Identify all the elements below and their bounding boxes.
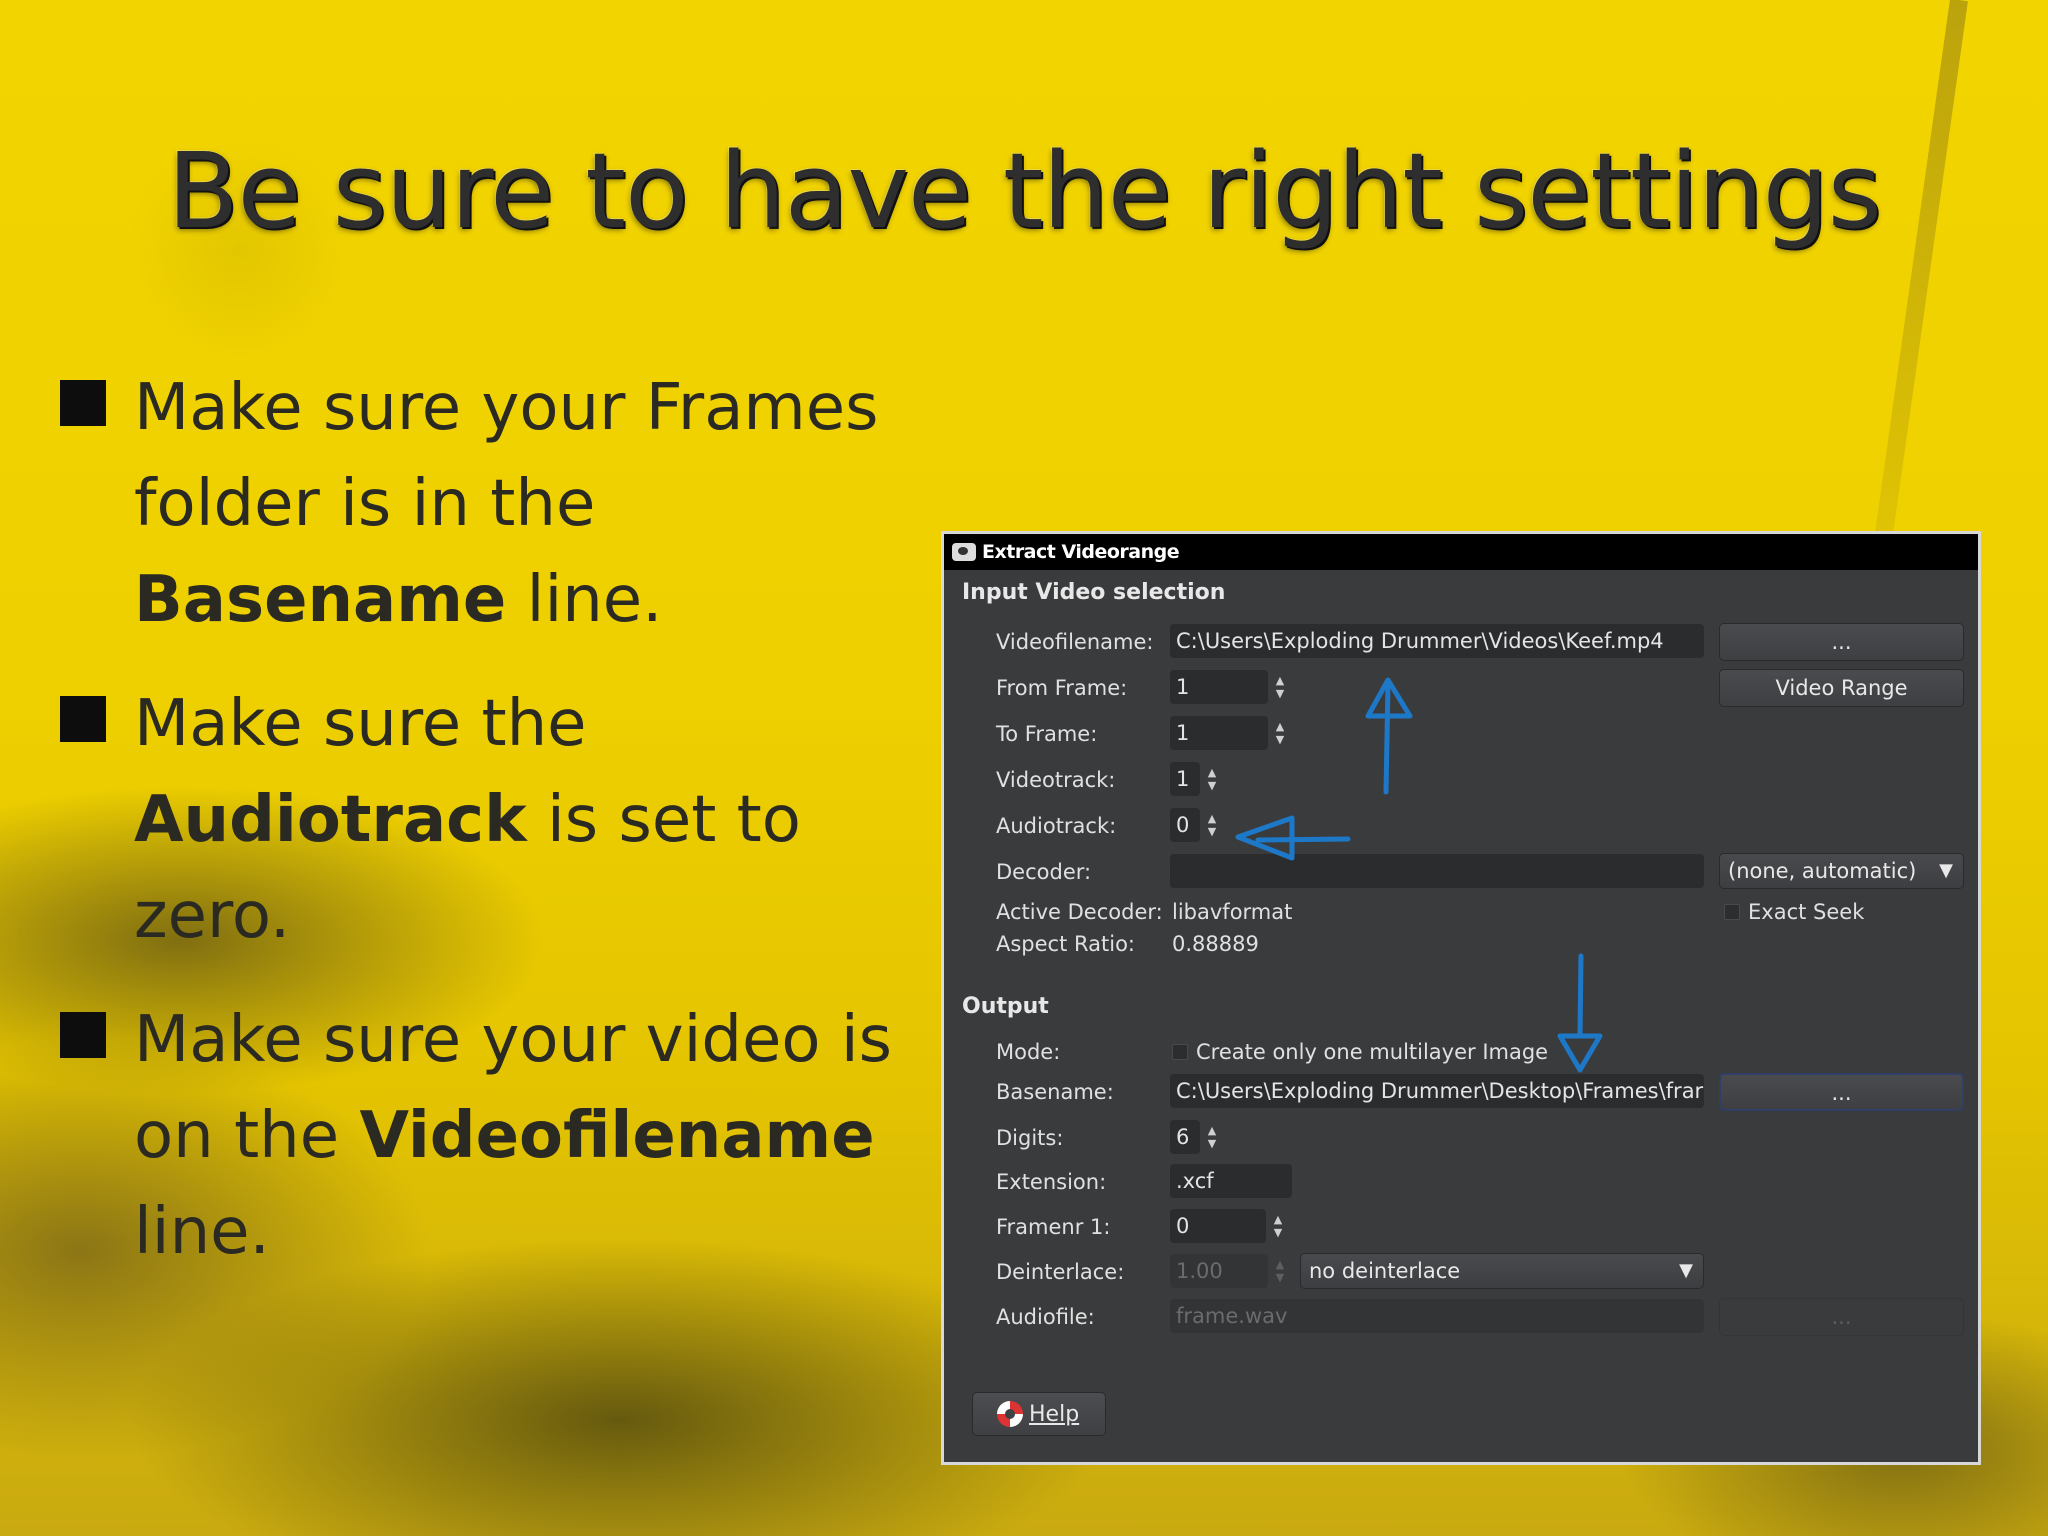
videotrack-field[interactable]: 1 [1170, 762, 1200, 796]
left-arrow-head-icon [1235, 815, 1295, 861]
framenr1-field[interactable]: 0 [1170, 1209, 1266, 1243]
bullet-text: Make sure the [134, 687, 587, 761]
digits-label: Digits: [996, 1126, 1064, 1150]
aspect-ratio-value: 0.88889 [1172, 932, 1259, 956]
spin-down-icon[interactable]: ▼ [1208, 1137, 1216, 1150]
dialog-title: Extract Videorange [982, 541, 1180, 563]
basename-browse-button[interactable]: ... [1719, 1073, 1964, 1111]
slide-title: Be sure to have the right settings [167, 130, 1882, 252]
down-arrow-head-icon [1557, 1033, 1603, 1073]
framenr1-label: Framenr 1: [996, 1215, 1111, 1239]
extension-field[interactable]: .xcf [1170, 1164, 1292, 1198]
gimp-app-icon [952, 543, 976, 561]
exact-seek-checkbox[interactable] [1724, 904, 1740, 920]
spin-down-icon[interactable]: ▼ [1208, 825, 1216, 838]
videotrack-label: Videotrack: [996, 768, 1116, 792]
video-range-button[interactable]: Video Range [1719, 669, 1964, 707]
help-button-label: Help [1029, 1401, 1080, 1427]
bullet-videofilename: Make sure your video is on the Videofile… [60, 992, 920, 1280]
videofilename-field[interactable]: C:\Users\Exploding Drummer\Videos\Keef.m… [1170, 624, 1704, 658]
deinterlace-spinner[interactable]: ▲ ▼ [1270, 1254, 1290, 1288]
left-arrow-shaft [1255, 836, 1351, 843]
bullet-bold: Videofilename [359, 1099, 875, 1173]
bullet-text: line. [134, 1195, 270, 1269]
spin-down-icon[interactable]: ▼ [1274, 1226, 1282, 1239]
to-frame-spinner[interactable]: ▲ ▼ [1270, 716, 1290, 750]
deinterlace-value-field[interactable]: 1.00 [1170, 1254, 1268, 1288]
up-arrow-shaft [1383, 681, 1391, 795]
spin-down-icon[interactable]: ▼ [1276, 733, 1284, 746]
up-arrow-head-icon [1365, 677, 1413, 719]
down-arrow-shaft [1577, 953, 1584, 1037]
audiofile-browse-button[interactable]: ... [1719, 1298, 1964, 1336]
spin-up-icon[interactable]: ▲ [1276, 674, 1284, 687]
bullet-text: line. [506, 563, 663, 637]
audiotrack-field[interactable]: 0 [1170, 808, 1200, 842]
multilayer-image-checkbox[interactable] [1172, 1044, 1188, 1060]
bullet-bold: Audiotrack [134, 783, 527, 857]
input-section-heading: Input Video selection [962, 580, 1226, 605]
spin-up-icon[interactable]: ▲ [1208, 812, 1216, 825]
videofilename-browse-button[interactable]: ... [1719, 623, 1964, 661]
spin-up-icon[interactable]: ▲ [1208, 1124, 1216, 1137]
bullet-square-icon [60, 380, 106, 426]
audiotrack-spinner[interactable]: ▲ ▼ [1202, 808, 1222, 842]
basename-field[interactable]: C:\Users\Exploding Drummer\Desktop\Frame… [1170, 1074, 1704, 1108]
aspect-ratio-label: Aspect Ratio: [996, 932, 1136, 956]
mode-label: Mode: [996, 1040, 1061, 1064]
chevron-down-icon: ▼ [1679, 1260, 1693, 1281]
lifebuoy-icon [997, 1401, 1023, 1427]
decoder-label: Decoder: [996, 860, 1092, 884]
decoder-select[interactable]: (none, automatic) ▼ [1719, 853, 1964, 889]
help-button[interactable]: Help [972, 1392, 1106, 1436]
audiotrack-label: Audiotrack: [996, 814, 1117, 838]
audiofile-field[interactable]: frame.wav [1170, 1299, 1704, 1333]
bullet-square-icon [60, 696, 106, 742]
deinterlace-label: Deinterlace: [996, 1260, 1125, 1284]
to-frame-field[interactable]: 1 [1170, 716, 1268, 750]
bullet-text: Make sure your Frames folder is in the [134, 371, 879, 541]
deinterlace-select[interactable]: no deinterlace ▼ [1300, 1253, 1704, 1289]
spin-down-icon[interactable]: ▼ [1276, 1271, 1284, 1284]
decoder-select-value: (none, automatic) [1728, 859, 1917, 883]
videotrack-spinner[interactable]: ▲ ▼ [1202, 762, 1222, 796]
to-frame-label: To Frame: [996, 722, 1098, 746]
bullet-audiotrack: Make sure the Audiotrack is set to zero. [60, 676, 920, 964]
bullet-square-icon [60, 1012, 106, 1058]
active-decoder-value: libavformat [1172, 900, 1293, 924]
basename-label: Basename: [996, 1080, 1114, 1104]
extension-label: Extension: [996, 1170, 1107, 1194]
digits-spinner[interactable]: ▲ ▼ [1202, 1120, 1222, 1154]
spin-up-icon[interactable]: ▲ [1208, 766, 1216, 779]
multilayer-image-label[interactable]: Create only one multilayer Image [1196, 1040, 1548, 1064]
active-decoder-label: Active Decoder: [996, 900, 1163, 924]
audiofile-label: Audiofile: [996, 1305, 1095, 1329]
framenr1-spinner[interactable]: ▲ ▼ [1268, 1209, 1288, 1243]
spin-down-icon[interactable]: ▼ [1276, 687, 1284, 700]
decoder-field[interactable] [1170, 854, 1704, 888]
spin-up-icon[interactable]: ▲ [1274, 1213, 1282, 1226]
videofilename-label: Videofilename: [996, 630, 1154, 654]
exact-seek-label[interactable]: Exact Seek [1748, 900, 1864, 924]
output-section-heading: Output [962, 994, 1049, 1019]
digits-field[interactable]: 6 [1170, 1120, 1200, 1154]
bullet-basename: Make sure your Frames folder is in the B… [60, 360, 920, 648]
dialog-titlebar[interactable]: Extract Videorange [944, 534, 1978, 570]
extract-videorange-dialog: Extract Videorange Input Video selection… [941, 531, 1981, 1465]
chevron-down-icon: ▼ [1939, 860, 1953, 881]
bullet-bold: Basename [134, 563, 507, 637]
from-frame-label: From Frame: [996, 676, 1128, 700]
from-frame-spinner[interactable]: ▲ ▼ [1270, 670, 1290, 704]
from-frame-field[interactable]: 1 [1170, 670, 1268, 704]
bullet-list: Make sure your Frames folder is in the B… [60, 360, 920, 1308]
deinterlace-select-value: no deinterlace [1309, 1259, 1461, 1283]
spin-down-icon[interactable]: ▼ [1208, 779, 1216, 792]
spin-up-icon[interactable]: ▲ [1276, 720, 1284, 733]
spin-up-icon[interactable]: ▲ [1276, 1258, 1284, 1271]
